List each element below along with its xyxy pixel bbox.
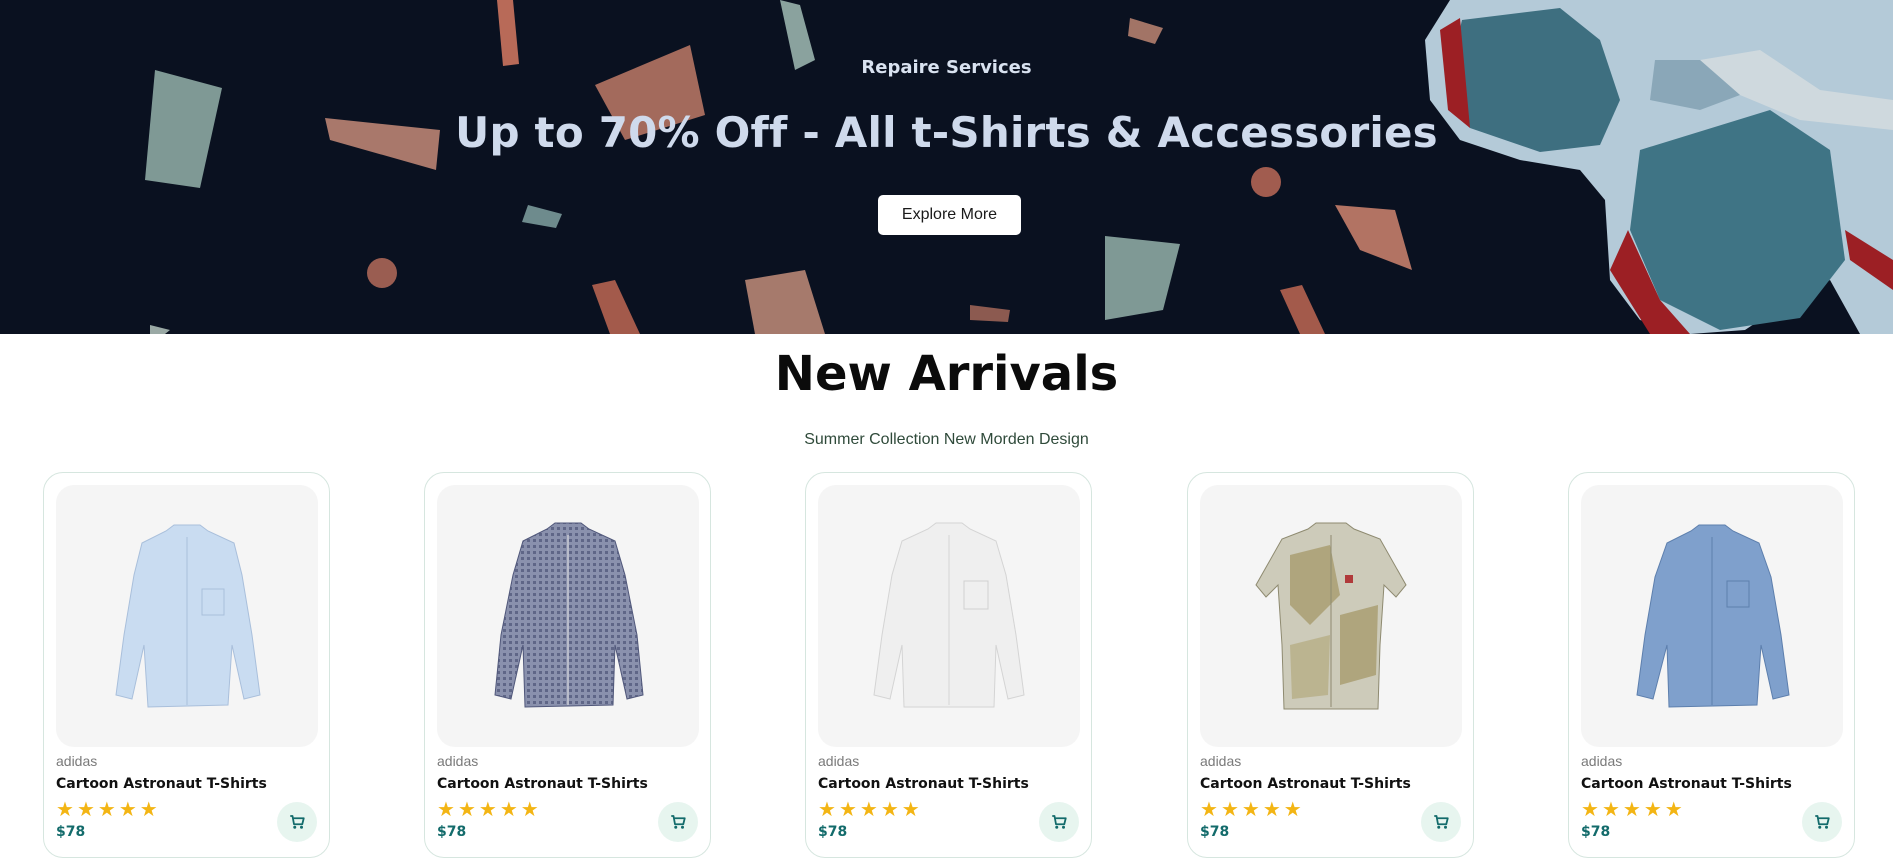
product-card[interactable]: adidas Cartoon Astronaut T-Shirts ★ ★ ★ ★ ★ … bbox=[805, 472, 1092, 858]
cart-icon bbox=[1052, 815, 1067, 829]
star-icon: ★ bbox=[76, 797, 95, 821]
product-rating: ★ ★ ★ ★ ★ bbox=[1200, 799, 1305, 819]
star-icon: ★ bbox=[499, 797, 518, 821]
cart-icon bbox=[671, 815, 686, 829]
star-icon: ★ bbox=[478, 797, 497, 821]
star-icon: ★ bbox=[1200, 797, 1218, 821]
add-to-cart-button[interactable] bbox=[277, 802, 317, 842]
star-icon: ★ bbox=[1622, 797, 1641, 821]
star-icon: ★ bbox=[880, 797, 899, 821]
add-to-cart-button[interactable] bbox=[1802, 802, 1842, 842]
cart-icon bbox=[290, 815, 305, 829]
star-icon: ★ bbox=[437, 797, 455, 821]
product-image[interactable] bbox=[437, 485, 699, 747]
product-price: $78 bbox=[56, 824, 86, 840]
product-image[interactable] bbox=[1200, 485, 1462, 747]
product-brand: adidas bbox=[818, 753, 860, 769]
cart-icon bbox=[1434, 815, 1449, 829]
product-brand: adidas bbox=[1581, 753, 1623, 769]
product-price: $78 bbox=[818, 824, 848, 840]
product-name[interactable]: Cartoon Astronaut T-Shirts bbox=[1581, 776, 1792, 792]
product-card[interactable]: adidas Cartoon Astronaut T-Shirts ★ ★ ★ ★ ★ … bbox=[424, 472, 711, 858]
product-card[interactable]: adidas Cartoon Astronaut T-Shirts ★ ★ ★ ★ ★ … bbox=[1568, 472, 1855, 858]
shirt-icon bbox=[494, 522, 644, 708]
add-to-cart-button[interactable] bbox=[658, 802, 698, 842]
product-brand: adidas bbox=[1200, 753, 1242, 769]
shirt-icon bbox=[115, 524, 261, 708]
product-rating: ★ ★ ★ ★ ★ bbox=[56, 799, 161, 819]
product-price: $78 bbox=[437, 824, 467, 840]
hero-title: Up to 70% Off - All t-Shirts & Accessori… bbox=[455, 108, 1438, 157]
product-rating: ★ ★ ★ ★ ★ bbox=[818, 799, 923, 819]
product-brand: adidas bbox=[437, 753, 479, 769]
product-brand: adidas bbox=[56, 753, 98, 769]
product-image[interactable] bbox=[56, 485, 318, 747]
star-icon: ★ bbox=[1241, 797, 1260, 821]
product-rating: ★ ★ ★ ★ ★ bbox=[437, 799, 542, 819]
star-icon: ★ bbox=[901, 797, 920, 821]
star-icon: ★ bbox=[818, 797, 836, 821]
star-icon: ★ bbox=[859, 797, 878, 821]
star-icon: ★ bbox=[118, 797, 137, 821]
product-name[interactable]: Cartoon Astronaut T-Shirts bbox=[818, 776, 1029, 792]
product-image[interactable] bbox=[818, 485, 1080, 747]
star-icon: ★ bbox=[139, 797, 158, 821]
product-name[interactable]: Cartoon Astronaut T-Shirts bbox=[1200, 776, 1411, 792]
star-icon: ★ bbox=[1283, 797, 1302, 821]
product-rating: ★ ★ ★ ★ ★ bbox=[1581, 799, 1686, 819]
hero-background-graphic bbox=[145, 0, 1893, 334]
star-icon: ★ bbox=[97, 797, 116, 821]
section-title: New Arrivals bbox=[774, 346, 1119, 402]
shirt-icon bbox=[873, 522, 1025, 708]
cart-icon bbox=[1815, 815, 1830, 829]
product-card[interactable]: adidas Cartoon Astronaut T-Shirts ★ ★ ★ ★ ★ … bbox=[43, 472, 330, 858]
section-subtitle: Summer Collection New Morden Design bbox=[804, 431, 1089, 448]
product-name[interactable]: Cartoon Astronaut T-Shirts bbox=[56, 776, 267, 792]
star-icon: ★ bbox=[1601, 797, 1620, 821]
sunglasses-image bbox=[1425, 0, 1893, 334]
product-name[interactable]: Cartoon Astronaut T-Shirts bbox=[437, 776, 648, 792]
star-icon: ★ bbox=[520, 797, 539, 821]
explore-more-button[interactable]: Explore More bbox=[878, 195, 1021, 235]
add-to-cart-button[interactable] bbox=[1039, 802, 1079, 842]
product-price: $78 bbox=[1581, 824, 1611, 840]
product-image[interactable] bbox=[1581, 485, 1843, 747]
star-icon: ★ bbox=[838, 797, 857, 821]
star-icon: ★ bbox=[1664, 797, 1683, 821]
star-icon: ★ bbox=[1643, 797, 1662, 821]
product-card[interactable]: adidas Cartoon Astronaut T-Shirts ★ ★ ★ ★ ★ … bbox=[1187, 472, 1474, 858]
product-price: $78 bbox=[1200, 824, 1230, 840]
hero-banner: Repaire Services Up to 70% Off - All t-S… bbox=[0, 0, 1893, 334]
star-icon: ★ bbox=[1262, 797, 1281, 821]
star-icon: ★ bbox=[1581, 797, 1599, 821]
shirt-icon bbox=[1255, 522, 1407, 710]
shirt-icon bbox=[1636, 524, 1790, 708]
star-icon: ★ bbox=[457, 797, 476, 821]
star-icon: ★ bbox=[1220, 797, 1239, 821]
add-to-cart-button[interactable] bbox=[1421, 802, 1461, 842]
hero-subtitle: Repaire Services bbox=[861, 57, 1032, 78]
star-icon: ★ bbox=[56, 797, 74, 821]
